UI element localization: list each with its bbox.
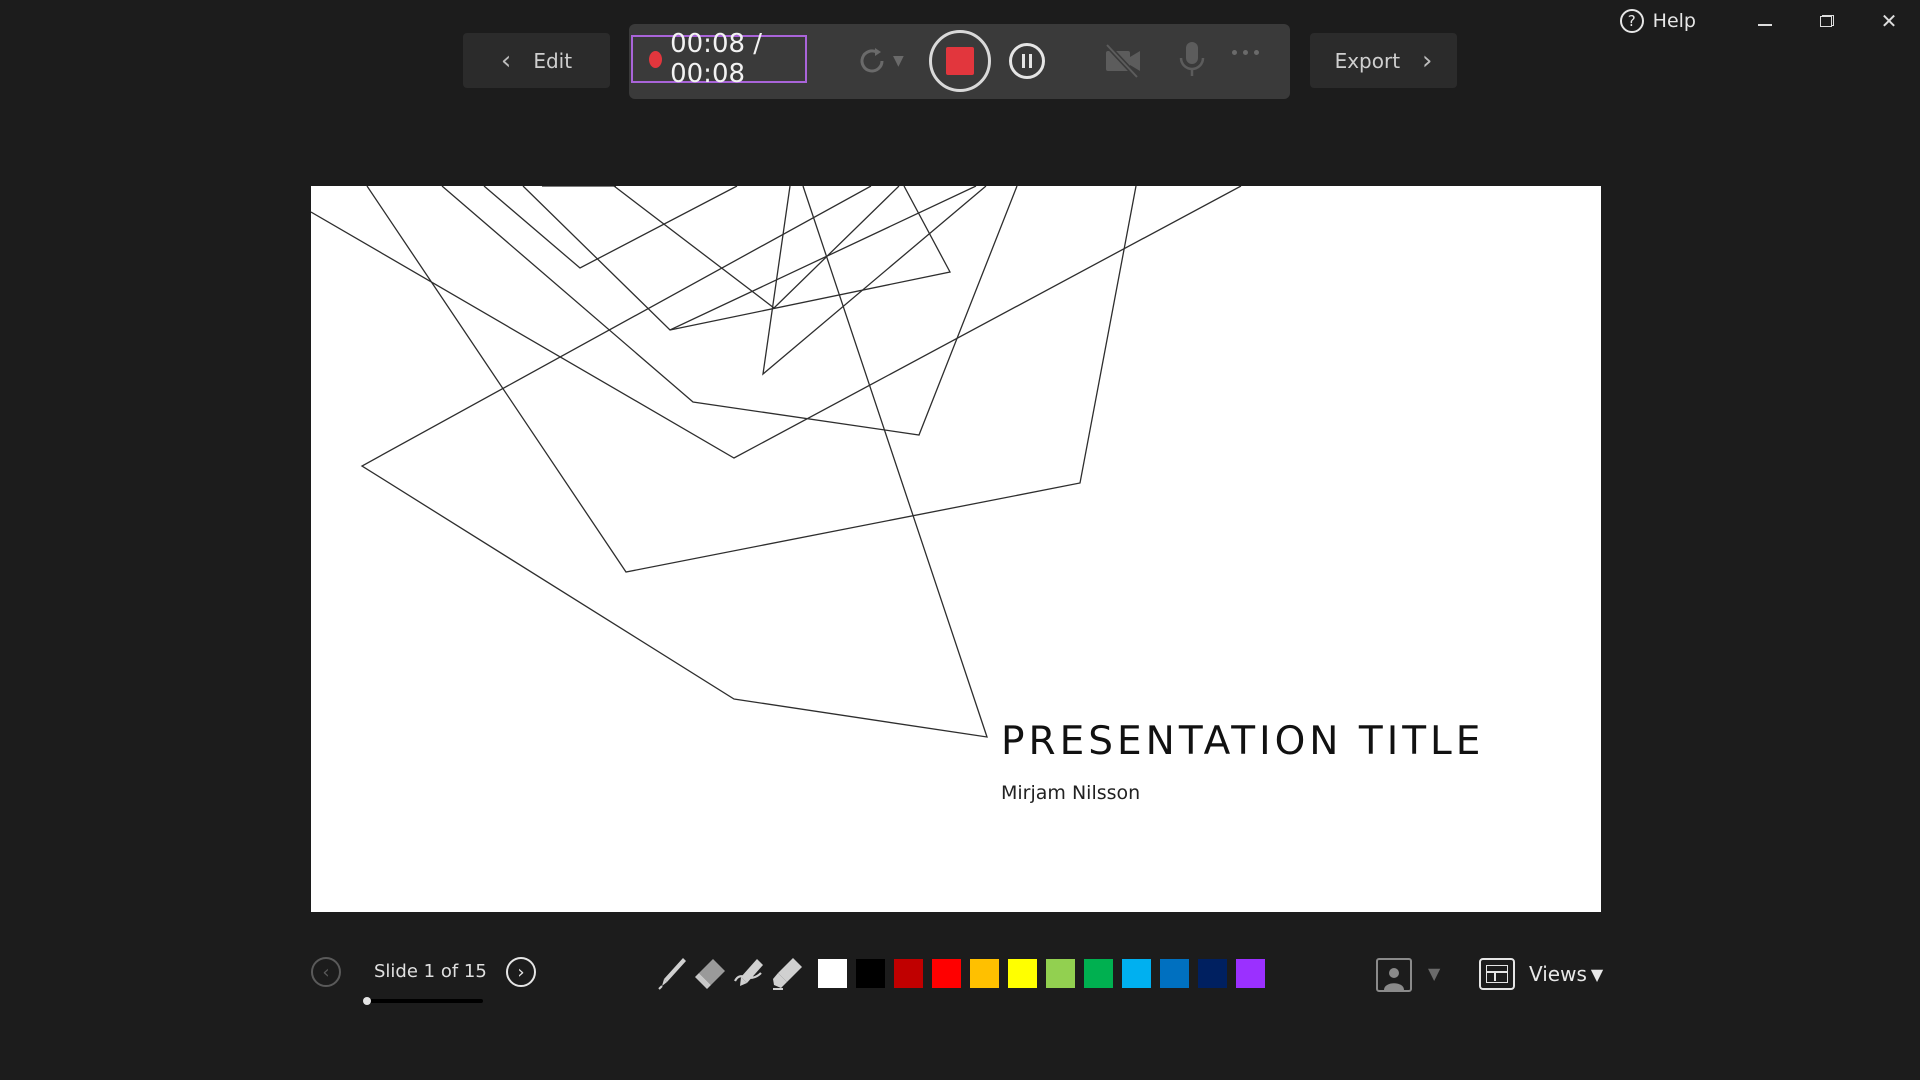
camera-off-icon bbox=[1105, 43, 1140, 79]
retake-icon bbox=[860, 48, 884, 73]
minimize-button[interactable] bbox=[1734, 0, 1796, 42]
pause-button[interactable] bbox=[1009, 43, 1045, 79]
chevron-left-icon: ‹ bbox=[500, 45, 512, 76]
microphone-toggle-button[interactable] bbox=[1177, 40, 1207, 86]
color-swatch-blue[interactable] bbox=[1160, 959, 1189, 988]
views-icon[interactable] bbox=[1479, 958, 1515, 990]
slide-line-art bbox=[311, 186, 1242, 738]
close-icon: ✕ bbox=[1880, 9, 1898, 33]
help-button[interactable]: ? Help bbox=[1619, 9, 1696, 33]
close-button[interactable]: ✕ bbox=[1858, 0, 1920, 42]
views-label: Views bbox=[1529, 962, 1587, 986]
slide-subtitle: Mirjam Nilsson bbox=[1001, 782, 1141, 804]
laser-pointer-button[interactable] bbox=[731, 955, 767, 995]
color-swatch-orange[interactable] bbox=[970, 959, 999, 988]
color-swatch-dark-blue[interactable] bbox=[1198, 959, 1227, 988]
eraser-tool-button[interactable] bbox=[693, 955, 729, 995]
color-swatch-purple[interactable] bbox=[1236, 959, 1265, 988]
more-options-button[interactable] bbox=[1232, 50, 1259, 55]
pen-icon bbox=[658, 958, 686, 990]
restore-icon bbox=[1820, 15, 1834, 27]
pause-icon bbox=[1022, 54, 1025, 68]
color-swatch-white[interactable] bbox=[818, 959, 847, 988]
slide-counter: Slide 1 of 15 bbox=[374, 961, 487, 982]
help-label: Help bbox=[1652, 10, 1696, 32]
color-swatch-yellow[interactable] bbox=[1008, 959, 1037, 988]
eraser-icon bbox=[695, 959, 725, 989]
chevron-right-icon: › bbox=[1422, 45, 1433, 76]
recording-controls: 00:08 / 00:08 ▼ bbox=[629, 24, 1290, 99]
color-swatch-green[interactable] bbox=[1084, 959, 1113, 988]
chevron-down-icon: ▼ bbox=[1590, 964, 1604, 984]
progress-knob[interactable] bbox=[363, 997, 371, 1005]
recording-window: ? Help ✕ ‹ Edit 00:08 / 00:08 ▼ Export ›… bbox=[0, 0, 1920, 1080]
chevron-right-icon: › bbox=[517, 961, 525, 983]
chevron-left-icon: ‹ bbox=[322, 961, 330, 983]
recording-timer: 00:08 / 00:08 bbox=[631, 29, 807, 89]
previous-slide-button[interactable]: ‹ bbox=[311, 957, 341, 987]
edit-button[interactable]: ‹ Edit bbox=[463, 33, 610, 88]
camera-mode-dropdown-icon[interactable]: ▼ bbox=[1428, 964, 1440, 983]
color-swatch-black[interactable] bbox=[856, 959, 885, 988]
slide-title: PRESENTATION TITLE bbox=[1001, 719, 1485, 764]
views-dropdown[interactable]: Views ▼ bbox=[1529, 962, 1603, 986]
person-icon bbox=[1384, 968, 1404, 990]
laser-pointer-icon bbox=[734, 959, 763, 986]
color-swatch-red[interactable] bbox=[932, 959, 961, 988]
microphone-icon bbox=[1179, 42, 1205, 76]
pen-tool-button[interactable] bbox=[655, 955, 689, 995]
more-dots-icon bbox=[1232, 50, 1237, 55]
color-swatch-dark-red[interactable] bbox=[894, 959, 923, 988]
export-button[interactable]: Export › bbox=[1310, 33, 1457, 88]
color-swatch-light-blue[interactable] bbox=[1122, 959, 1151, 988]
highlighter-tool-button[interactable] bbox=[769, 955, 805, 995]
camera-toggle-button[interactable] bbox=[1103, 43, 1143, 83]
slide-preview: PRESENTATION TITLE Mirjam Nilsson bbox=[311, 186, 1601, 912]
stop-recording-button[interactable] bbox=[929, 30, 991, 92]
minimize-icon bbox=[1758, 24, 1772, 26]
edit-label: Edit bbox=[533, 48, 573, 73]
next-slide-button[interactable]: › bbox=[506, 957, 536, 987]
highlighter-icon bbox=[773, 958, 802, 990]
recording-indicator-icon bbox=[649, 50, 663, 68]
restore-button[interactable] bbox=[1796, 0, 1858, 42]
timer-text: 00:08 / 00:08 bbox=[670, 29, 763, 89]
retake-dropdown-icon[interactable]: ▼ bbox=[893, 53, 904, 69]
color-swatch-light-green[interactable] bbox=[1046, 959, 1075, 988]
stop-icon bbox=[946, 47, 974, 75]
window-controls: ? Help ✕ bbox=[1619, 0, 1920, 42]
export-label: Export bbox=[1334, 48, 1401, 73]
slide-progress-bar[interactable] bbox=[363, 997, 483, 1005]
camera-mode-button[interactable] bbox=[1376, 958, 1412, 992]
help-icon: ? bbox=[1619, 9, 1644, 33]
retake-button[interactable]: ▼ bbox=[855, 44, 904, 78]
